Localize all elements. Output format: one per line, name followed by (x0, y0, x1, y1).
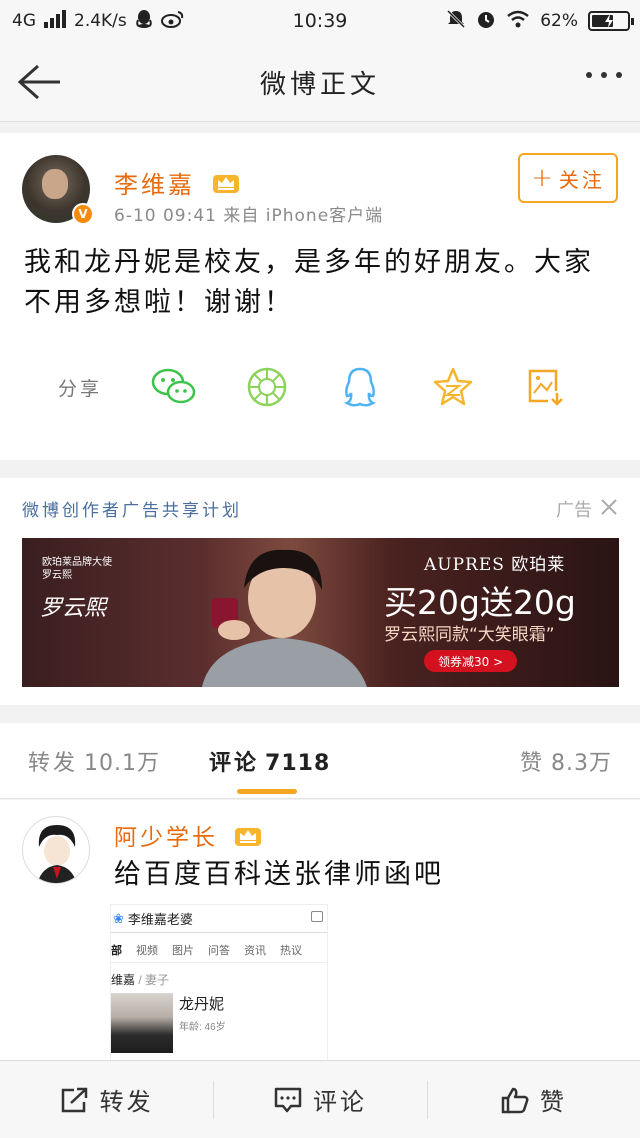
nav-bar: 微博正文 (0, 42, 640, 122)
commenter-avatar[interactable] (22, 816, 90, 884)
post-meta: 6-10 09:41 来自 iPhone客户端 (114, 206, 384, 226)
comment-button[interactable]: 评论 (213, 1061, 426, 1138)
ad-model-image (172, 538, 392, 687)
ad-subtitle: 罗云熙同款“大笑眼霜” (384, 625, 555, 645)
more-button[interactable] (586, 72, 622, 78)
tab-likes-label: 赞 (519, 751, 545, 776)
author-name[interactable]: 李维嘉 (114, 171, 195, 199)
battery-percent: 62% (540, 11, 578, 31)
tab-reposts-count: 10.1万 (84, 751, 161, 776)
active-tab-indicator (237, 789, 297, 794)
comment-label: 评论 (312, 1088, 367, 1116)
ad-promo: 买20g送20g (384, 583, 576, 622)
status-bar: 4G 2.4K/s 10:39 62% (0, 0, 640, 42)
battery-icon (588, 11, 634, 31)
moments-icon[interactable] (243, 363, 291, 411)
plus-icon: + (531, 163, 553, 193)
repost-label: 转发 (99, 1088, 154, 1116)
image-relation: 维嘉 / 妻子 (111, 963, 327, 993)
vip-crown-icon (234, 824, 262, 854)
like-button[interactable]: 赞 (426, 1061, 640, 1138)
ad-label: 广告 (556, 500, 592, 521)
ad-banner[interactable]: 欧珀莱品牌大使 罗云熙 罗云熙 AUPRES 欧珀莱 买20g送20g 罗云熙同… (22, 538, 619, 687)
camera-icon (311, 911, 323, 922)
baidu-paw-icon: ❀ (113, 910, 124, 926)
image-tab: 图片 (172, 945, 194, 957)
ad-ambassador-text: 欧珀莱品牌大使 罗云熙 (42, 557, 112, 581)
mute-icon (446, 9, 466, 34)
like-label: 赞 (539, 1088, 567, 1116)
image-search-query: 李维嘉老婆 (127, 912, 193, 927)
stats-tabs: 转发 10.1万 评论 7118 赞 8.3万 (0, 723, 640, 799)
image-tab: 热议 (280, 945, 302, 957)
more-dot (586, 72, 592, 78)
comment-item: 阿少学长 给百度百科送张律师函吧 ❀ 李维嘉老婆 部 视频 图片 问答 资讯 热… (0, 800, 640, 1062)
image-tabs: 部 视频 图片 问答 资讯 热议 (111, 933, 327, 963)
share-label: 分享 (58, 377, 103, 400)
image-person: 龙丹妮 年龄: 46岁 (111, 993, 327, 1053)
post-body: 我和龙丹妮是校友，是多年的好朋友。大家不用多想啦！谢谢！ (24, 247, 594, 318)
ad-program-title[interactable]: 微博创作者广告共享计划 (22, 496, 242, 521)
commenter-name-row[interactable]: 阿少学长 (114, 818, 262, 854)
image-tab: 问答 (208, 945, 230, 957)
image-person-info: 龙丹妮 年龄: 46岁 (179, 993, 226, 1053)
bottom-action-bar: 转发 评论 赞 (0, 1060, 640, 1138)
page-title: 微博正文 (259, 70, 380, 100)
qq-icon[interactable] (336, 363, 384, 411)
ad-card: 微博创作者广告共享计划 广告 欧珀莱品牌大使 罗云熙 罗云熙 AUPRES 欧珀… (0, 478, 640, 705)
more-dot (616, 72, 622, 78)
wechat-icon[interactable] (150, 363, 198, 411)
ad-tag: 广告 (556, 496, 618, 522)
tab-likes-count: 8.3万 (551, 751, 612, 776)
tab-reposts-label: 转发 (28, 751, 79, 776)
author-name-row[interactable]: 李维嘉 (114, 165, 240, 201)
repost-icon (61, 1087, 87, 1112)
avatar-face (42, 169, 68, 199)
commenter-name[interactable]: 阿少学长 (114, 825, 218, 851)
save-image-icon[interactable] (522, 363, 570, 411)
ad-signature: 罗云熙 (40, 596, 107, 621)
follow-label: 关注 (558, 167, 605, 192)
follow-button[interactable]: + 关注 (518, 153, 618, 203)
more-dot (601, 72, 607, 78)
image-tab: 视频 (136, 945, 158, 957)
image-relation-name: 维嘉 (111, 973, 136, 987)
ad-coupon-button[interactable]: 领券减30 > (424, 650, 518, 672)
author-avatar[interactable]: V (22, 155, 94, 225)
vip-crown-icon (212, 171, 240, 201)
wifi-icon (506, 10, 530, 33)
alarm-icon (476, 9, 496, 34)
image-person-age: 年龄: 46岁 (179, 1022, 226, 1033)
tab-reposts[interactable]: 转发 10.1万 (28, 745, 160, 777)
comment-icon (274, 1087, 302, 1112)
tab-likes[interactable]: 赞 8.3万 (520, 745, 612, 777)
comment-text: 给百度百科送张律师函吧 (114, 859, 444, 890)
tab-comments-count: 7118 (265, 751, 331, 776)
repost-button[interactable]: 转发 (0, 1061, 213, 1138)
tab-comments[interactable]: 评论 7118 (209, 745, 330, 777)
close-icon[interactable] (600, 498, 618, 521)
image-tab: 资讯 (244, 945, 266, 957)
tab-comments-label: 评论 (209, 751, 260, 776)
status-right: 62% (446, 9, 634, 34)
thumbs-up-icon (501, 1087, 529, 1113)
ad-brand: AUPRES 欧珀莱 (424, 555, 566, 575)
qzone-icon[interactable] (429, 363, 477, 411)
image-person-photo (111, 993, 173, 1053)
image-person-name: 龙丹妮 (179, 996, 225, 1013)
image-relation-type: 妻子 (145, 973, 170, 987)
verified-badge-icon: V (72, 203, 94, 225)
image-tab: 部 (111, 945, 122, 957)
share-row: 分享 (58, 363, 615, 411)
comment-image[interactable]: ❀ 李维嘉老婆 部 视频 图片 问答 资讯 热议 维嘉 / 妻子 龙丹妮 年龄:… (110, 904, 328, 1062)
post-card: V 李维嘉 6-10 09:41 来自 iPhone客户端 + 关注 我和龙丹妮… (0, 133, 640, 460)
image-search-bar: ❀ 李维嘉老婆 (111, 905, 327, 933)
